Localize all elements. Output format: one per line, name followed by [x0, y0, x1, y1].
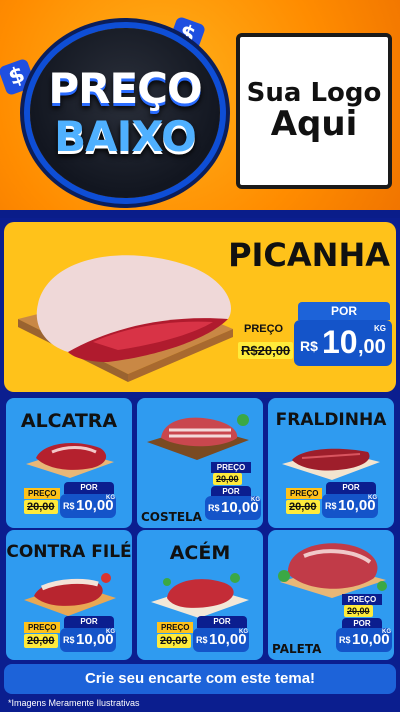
product-name: FRALDINHA	[275, 410, 387, 430]
por-label: POR	[326, 482, 376, 494]
price: R$ 10,00 KG	[60, 494, 116, 518]
paleta-image	[278, 543, 387, 598]
logo-placeholder[interactable]: Sua Logo Aqui	[236, 33, 392, 189]
unit-label: KG	[368, 495, 377, 501]
price: R$ 10,00 KG	[205, 496, 261, 520]
footnote: *Imagens Meramente Ilustrativas	[8, 698, 140, 708]
header-banner: $ $ $ PREÇO BAIXO Sua Logo Aqui	[0, 0, 400, 218]
badge-line2: BAIXO	[54, 112, 197, 161]
picanha-image	[18, 255, 233, 382]
create-flyer-button[interactable]: Crie seu encarte com este tema!	[4, 664, 396, 694]
hero-product-name: PICANHA	[228, 236, 390, 274]
product-card-costela[interactable]: COSTELA PREÇO 20,00 POR R$ 10,00 KG	[137, 398, 263, 528]
currency: R$	[63, 635, 75, 645]
logo-line1: Sua Logo	[246, 77, 382, 108]
old-price: 20,00	[286, 500, 320, 514]
por-label: POR	[64, 482, 114, 494]
old-price: 20,00	[344, 605, 373, 617]
currency: R$	[196, 635, 208, 645]
old-price-label: PREÇO	[342, 594, 382, 605]
hero-card-picanha[interactable]: PICANHA PREÇO R$20,00 POR R$ 10 ,00 KG	[4, 222, 396, 392]
price-integer: 10	[322, 324, 358, 360]
old-price: 20,00	[24, 634, 58, 648]
price-tag: PREÇO 20,00 POR R$ 10,00 KG	[286, 482, 382, 522]
unit-label: KG	[251, 497, 260, 503]
old-price: 20,00	[213, 473, 242, 485]
old-price: 20,00	[157, 634, 191, 648]
currency: R$	[339, 635, 351, 645]
product-name: COSTELA	[141, 510, 202, 524]
unit-label: KG	[106, 629, 115, 635]
price: R$ 10,00 KG	[193, 628, 249, 652]
hero-price: R$ 10 ,00 KG	[294, 320, 392, 366]
alcatra-image	[26, 443, 114, 478]
old-price-label: PREÇO	[24, 488, 61, 499]
product-card-paleta[interactable]: PALETA PREÇO 20,00 POR R$ 10,00 KG	[268, 530, 394, 660]
product-name: ACÉM	[169, 542, 231, 564]
unit-label: KG	[374, 324, 386, 333]
product-card-alcatra[interactable]: ALCATRA PREÇO 20,00 POR R$ 10,00 KG	[6, 398, 132, 528]
price-tag: PREÇO 20,00 POR R$ 10,00 KG	[24, 482, 120, 522]
por-label: POR	[197, 616, 247, 628]
old-price-label: PREÇO	[211, 462, 251, 473]
currency: R$	[63, 501, 75, 511]
acem-image	[151, 573, 249, 618]
old-price-label: PREÇO	[157, 622, 194, 633]
unit-label: KG	[239, 629, 248, 635]
currency: R$	[325, 501, 337, 511]
logo-line2: Aqui	[270, 103, 358, 144]
product-card-acem[interactable]: ACÉM PREÇO 20,00 POR R$ 10,00 KG	[137, 530, 263, 660]
unit-label: KG	[382, 629, 391, 635]
price-tag: PREÇO 20,00 POR R$ 10,00 KG	[157, 616, 253, 656]
old-price: R$20,00	[238, 342, 294, 359]
por-label: POR	[298, 302, 390, 320]
old-price-label: PREÇO	[24, 622, 61, 633]
product-name: CONTRA FILÉ	[6, 542, 132, 562]
costela-image	[147, 414, 249, 460]
price-tag: PREÇO 20,00 POR R$ 10,00 KG	[24, 616, 120, 656]
header-divider	[0, 210, 400, 218]
hero-price-tag: PREÇO R$20,00 POR R$ 10 ,00 KG	[238, 298, 392, 368]
price-tag: PREÇO 20,00 POR R$ 10,00 KG	[203, 462, 261, 524]
old-price-label: PREÇO	[286, 488, 323, 499]
product-card-fraldinha[interactable]: FRALDINHA PREÇO 20,00 POR R$ 10,00 KG	[268, 398, 394, 528]
unit-label: KG	[106, 495, 115, 501]
price: R$ 10,00 KG	[60, 628, 116, 652]
product-name: ALCATRA	[20, 410, 118, 432]
old-price-label: PREÇO	[238, 322, 290, 336]
price-decimal: ,00	[358, 336, 386, 358]
currency: R$	[300, 338, 318, 354]
badge-line1: PREÇO	[48, 64, 202, 113]
contra-file-image	[24, 573, 116, 616]
currency: R$	[208, 503, 220, 513]
fraldinha-image	[282, 448, 380, 480]
price: R$ 10,00 KG	[336, 628, 392, 652]
product-card-contra-file[interactable]: CONTRA FILÉ PREÇO 20,00 POR R$ 10,00 KG	[6, 530, 132, 660]
price: R$ 10,00 KG	[322, 494, 378, 518]
por-label: POR	[64, 616, 114, 628]
old-price: 20,00	[24, 500, 58, 514]
product-name: PALETA	[272, 642, 322, 656]
preco-baixo-badge: PREÇO BAIXO	[30, 28, 220, 198]
price-tag: PREÇO 20,00 POR R$ 10,00 KG	[334, 594, 392, 656]
